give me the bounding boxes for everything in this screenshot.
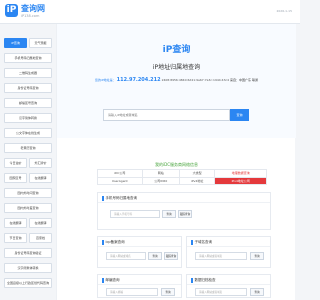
card-title: 邮编查询 <box>105 278 120 282</box>
idc-section-title: 我的iDC服务商网络信息 <box>155 162 198 167</box>
ip-extra: 2408:8956:4840:6d41:9a67:7a3c:1944:43c4 <box>161 78 230 82</box>
phone-query-button[interactable]: 查询 <box>162 210 176 218</box>
sidebar-item-font[interactable]: 公文字体在线生成 <box>4 128 52 138</box>
archive-query-card: 数据归档检查 请输入网站或者域名 查询 <box>186 274 271 298</box>
postcode-input[interactable]: 请输入邮编 <box>106 288 158 296</box>
icp-query-card: icp备案查询 请输入网站或域名 查询 跟踪查询 <box>97 236 182 268</box>
table-cell[interactable]: 地理数据查询 <box>214 169 267 178</box>
sidebar-item-forex[interactable]: 外汇牌价 <box>29 158 52 168</box>
postcode-query-card: 邮编查询 请输入邮编 查询 <box>97 274 182 298</box>
table-cell: 大类型 <box>178 169 216 178</box>
table-cell: iDC公司 <box>97 169 143 178</box>
phone-query-card: 手机号码归属地查询 请输入手机号码 查询 跟踪查询 <box>97 192 271 230</box>
card-title: 手机号码归属地查询 <box>105 196 138 200</box>
table-cell: UserAgent <box>97 176 143 185</box>
accent-bar <box>191 277 193 283</box>
sidebar-item-surname[interactable]: 百家姓 <box>29 233 52 243</box>
main-content: iP查询 iP地址归属地查询 您的iP地址是： 112.97.204.212 2… <box>56 24 296 300</box>
idc-info-table: iDC公司 网站 大类型 地理数据查询 UserAgent 公司ID60 iPv… <box>97 169 267 185</box>
phone-input[interactable]: 请输入手机号码 <box>110 210 160 218</box>
header-date: 2026-1-15 <box>276 9 292 13</box>
card-title: 子域名查询 <box>194 240 213 244</box>
table-row: iDC公司 网站 大类型 地理数据查询 <box>97 169 267 178</box>
sidebar-item-translate[interactable]: 在线翻译 <box>29 173 52 183</box>
card-header: icp备案查询 <box>98 237 181 247</box>
phone-detail-button[interactable]: 跟踪查询 <box>178 210 192 218</box>
subdomain-query-card: 子域名查询 请输入网站或者域名 查询 <box>186 236 271 268</box>
icp-detail-button[interactable]: 跟踪查询 <box>164 252 178 260</box>
accent-bar <box>191 239 193 245</box>
table-cell: iPv4地址 <box>178 176 216 185</box>
hero-panel: iP查询 iP地址归属地查询 您的iP地址是： 112.97.204.212 2… <box>57 24 296 138</box>
sidebar-item-qrcode[interactable]: 二维码生成器 <box>4 68 52 78</box>
ip-value[interactable]: 112.97.204.212 <box>117 77 161 83</box>
card-header: 数据归档检查 <box>187 275 270 285</box>
card-header: 邮编查询 <box>98 275 181 285</box>
subdomain-query-button[interactable]: 查询 <box>250 252 264 260</box>
table-row: UserAgent 公司ID60 iPv4地址 iPv4地址公司 <box>97 176 267 185</box>
sidebar-item-postcode[interactable]: 邮编区号查询 <box>4 98 52 108</box>
accent-bar <box>102 277 104 283</box>
postcode-query-button[interactable]: 查询 <box>161 288 175 296</box>
site-title[interactable]: 查询网 <box>21 3 45 14</box>
archive-input[interactable]: 请输入网站或者域名 <box>195 288 247 296</box>
sidebar-item-country-code[interactable]: 国家区号 <box>4 173 27 183</box>
logo-icon[interactable]: iP <box>5 4 18 17</box>
sidebar-item-id-verify[interactable]: 身份证号码查询验证 <box>4 248 52 258</box>
page-title: iP查询 <box>162 45 191 55</box>
accent-bar <box>102 195 104 201</box>
sidebar-item-time-diff[interactable]: 国内外时差查询 <box>4 203 52 213</box>
ip-location: 来自：中国广东 联通 <box>230 78 258 82</box>
sidebar-item-convert[interactable]: 汉字简体转换 <box>4 113 52 123</box>
sidebar-nav: iP查询 天气预报 手机号码归属地查询 二维码生成器 身份证号码查询 邮编区号查… <box>4 38 52 293</box>
sidebar-item-idcard[interactable]: 身份证号码查询 <box>4 83 52 93</box>
table-cell: 公司ID60 <box>141 176 180 185</box>
ip-search-form: 查询 <box>103 109 249 121</box>
icp-query-button[interactable]: 查询 <box>148 252 162 260</box>
ip-search-input[interactable] <box>103 109 230 121</box>
page-subtitle: iP地址归属地查询 <box>152 64 201 71</box>
sidebar-item-translate-3[interactable]: 在线翻译 <box>29 218 52 228</box>
card-title: icp备案查询 <box>105 240 125 244</box>
card-header: 子域名查询 <box>187 237 270 247</box>
subdomain-input[interactable]: 请输入网站或者域名 <box>195 252 247 260</box>
table-cell: 网站 <box>141 169 180 178</box>
sidebar-item-translate-2[interactable]: 在线翻译 <box>4 218 27 228</box>
sidebar-item-phone[interactable]: 手机号码归属地查询 <box>4 53 52 63</box>
sidebar-item-weather[interactable]: 天气预报 <box>29 38 52 48</box>
sidebar-item-world-time[interactable]: 国内外时间查询 <box>4 188 52 198</box>
sidebar-item-convert-2[interactable]: 汉字简繁体转换 <box>4 263 52 273</box>
ip-search-button[interactable]: 查询 <box>230 109 249 121</box>
table-cell-highlight[interactable]: iPv4地址公司 <box>214 176 267 185</box>
archive-query-button[interactable]: 查询 <box>250 288 264 296</box>
site-domain: iP138.com <box>21 14 40 18</box>
sidebar-item-oil[interactable]: 今日油价 <box>4 158 27 168</box>
ip-info-line: 您的iP地址是： 112.97.204.212 2408:8956:4840:6… <box>57 77 296 83</box>
sidebar-item-almanac[interactable]: 老黄历查询 <box>4 143 52 153</box>
sidebar-item-ip[interactable]: iP查询 <box>4 38 27 48</box>
accent-bar <box>102 239 104 245</box>
card-title: 数据归档检查 <box>194 278 216 282</box>
sidebar-item-region-code[interactable]: 全国县级以上行政区划代码查询 <box>4 278 52 288</box>
card-header: 手机号码归属地查询 <box>98 193 270 203</box>
site-header: iP 查询网 iP138.com 2026-1-15 <box>0 0 300 24</box>
ip-label: 您的iP地址是： <box>95 78 116 82</box>
icp-input[interactable]: 请输入网站或域名 <box>106 252 146 260</box>
sidebar-item-holiday[interactable]: 节日查询 <box>4 233 27 243</box>
